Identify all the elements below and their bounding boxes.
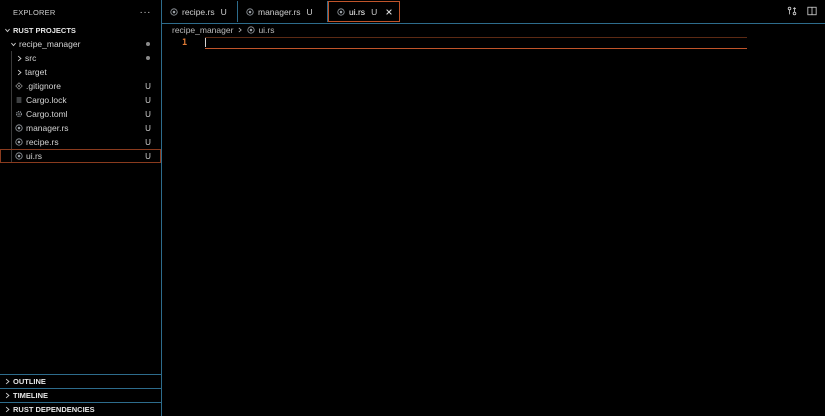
git-status-badge: U (145, 137, 151, 147)
split-editor-icon[interactable] (807, 6, 817, 16)
chevron-right-icon (3, 378, 12, 385)
editor-tab-bar: recipe.rs Umanager.rs Uui.rs U (162, 0, 825, 24)
rust-file-icon (15, 124, 23, 132)
tree-item-label: target (25, 67, 47, 77)
tab-manager-rs[interactable]: manager.rs U (238, 1, 328, 22)
tree-item-label: .gitignore (26, 81, 61, 91)
chevron-right-icon (15, 55, 24, 62)
breadcrumb-file[interactable]: ui.rs (258, 25, 274, 35)
rust-file-icon (337, 7, 345, 16)
more-actions-icon[interactable]: ··· (140, 7, 152, 18)
rust-file-icon (15, 152, 23, 160)
compare-changes-icon[interactable] (787, 6, 797, 16)
rust-file-icon (170, 7, 178, 16)
bottom-panels: OUTLINE TIMELINE RUST DEPENDENCIES (0, 374, 161, 416)
tab-status-badge: U (371, 6, 378, 17)
file-tree: recipe_manager src target .gitignore U Cargo.… (0, 37, 161, 163)
text-cursor (205, 38, 206, 47)
section-label: RUST DEPENDENCIES (13, 405, 95, 414)
tree-item-label: src (25, 53, 37, 63)
editor-actions (787, 6, 817, 16)
modified-dot (146, 42, 150, 46)
chevron-right-icon (15, 69, 24, 76)
tree-item-target[interactable]: target (0, 65, 161, 79)
git-status-badge: U (145, 95, 151, 105)
rust-file-icon (247, 26, 256, 34)
tree-item-label: recipe.rs (26, 137, 59, 147)
gear-icon (15, 110, 23, 118)
tree-item-cargo-lock[interactable]: Cargo.lock U (0, 93, 161, 107)
modified-dot (146, 56, 150, 60)
tab-recipe-rs[interactable]: recipe.rs U (162, 1, 238, 22)
workspace-section-header[interactable]: RUST PROJECTS (0, 24, 161, 37)
tab-label: ui.rs (349, 6, 366, 17)
line-number: 1 (182, 38, 188, 48)
rust-file-icon (246, 7, 254, 16)
tree-item-label: ui.rs (26, 151, 43, 161)
git-status-badge: U (145, 151, 151, 161)
chevron-down-icon (9, 41, 18, 48)
tree-item-recipe-rs[interactable]: recipe.rs U (0, 135, 161, 149)
explorer-header: EXPLORER ··· (0, 0, 161, 24)
chevron-right-icon (3, 406, 12, 413)
breadcrumb-folder[interactable]: recipe_manager (172, 25, 233, 35)
section-outline[interactable]: OUTLINE (0, 374, 161, 388)
code-editor[interactable]: 1 (162, 36, 825, 416)
tree-item-label: Cargo.toml (26, 109, 68, 119)
section-timeline[interactable]: TIMELINE (0, 388, 161, 402)
lock-file-icon (15, 96, 23, 104)
tab-label: manager.rs (258, 6, 301, 17)
breadcrumb: recipe_manager ui.rs (172, 24, 275, 36)
close-icon[interactable] (385, 8, 393, 16)
tab-label: recipe.rs (182, 6, 215, 17)
tree-item-ui-rs[interactable]: ui.rs U (0, 149, 161, 163)
chevron-right-icon (3, 392, 12, 399)
tree-item-cargo-toml[interactable]: Cargo.toml U (0, 107, 161, 121)
section-label: TIMELINE (13, 391, 48, 400)
tab-ui-rs[interactable]: ui.rs U (328, 1, 400, 22)
chevron-down-icon (3, 27, 12, 34)
current-line-highlight (205, 37, 747, 49)
tree-item-label: recipe_manager (19, 39, 81, 49)
tree-item-src[interactable]: src (0, 51, 161, 65)
git-icon (15, 82, 23, 90)
section-label: OUTLINE (13, 377, 46, 386)
workspace-label: RUST PROJECTS (13, 26, 76, 35)
tab-status-badge: U (220, 6, 227, 17)
explorer-sidebar: EXPLORER ··· RUST PROJECTS recipe_manage… (0, 0, 162, 416)
tree-item-label: Cargo.lock (26, 95, 67, 105)
git-status-badge: U (145, 123, 151, 133)
tree-item-gitignore[interactable]: .gitignore U (0, 79, 161, 93)
git-status-badge: U (145, 109, 151, 119)
tree-item-manager-rs[interactable]: manager.rs U (0, 121, 161, 135)
git-status-badge: U (145, 81, 151, 91)
rust-file-icon (15, 138, 23, 146)
explorer-title: EXPLORER (13, 7, 56, 17)
tab-status-badge: U (306, 6, 313, 17)
section-rust-dependencies[interactable]: RUST DEPENDENCIES (0, 402, 161, 416)
tree-item-recipe-manager[interactable]: recipe_manager (0, 37, 161, 51)
tree-item-label: manager.rs (26, 123, 69, 133)
chevron-right-icon (237, 27, 243, 33)
